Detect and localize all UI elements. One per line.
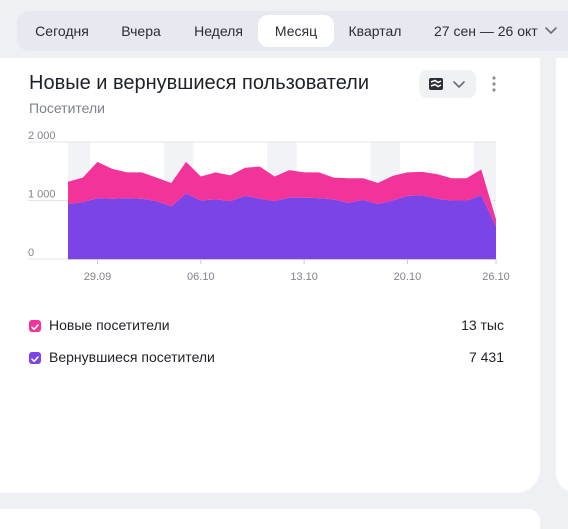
y-tick-label: 1 000 xyxy=(28,189,56,201)
visitors-area-chart: 0 1 000 2 000 29.09 06.10 13.10 20.10 26.10 xyxy=(28,130,510,283)
x-tick-label: 20.10 xyxy=(394,271,422,283)
stacked-area-icon xyxy=(428,77,444,96)
x-tick-label: 26.10 xyxy=(482,271,510,283)
next-card xyxy=(0,509,540,529)
legend-item-returning-visitors[interactable]: Вернувшиеся посетители 7 431 xyxy=(29,349,504,369)
card-title: Новые и вернувшиеся пользователи xyxy=(29,72,370,94)
period-tab-week[interactable]: Неделя xyxy=(181,15,256,47)
x-tick-label: 29.09 xyxy=(84,271,112,283)
legend-label: Новые посетители xyxy=(49,317,170,333)
x-tick-label: 13.10 xyxy=(290,271,318,283)
period-tab-yesterday[interactable]: Вчера xyxy=(107,15,175,47)
checkbox-checked-icon[interactable] xyxy=(29,352,41,364)
checkbox-checked-icon[interactable] xyxy=(29,320,41,332)
period-tab-today[interactable]: Сегодня xyxy=(23,15,101,47)
period-tab-month[interactable]: Месяц xyxy=(258,15,334,47)
period-selector: Сегодня Вчера Неделя Месяц Квартал 27 се… xyxy=(17,11,568,51)
y-tick-label: 2 000 xyxy=(28,130,56,142)
x-tick-label: 06.10 xyxy=(187,271,215,283)
more-vertical-icon[interactable] xyxy=(485,72,503,98)
date-range-picker[interactable]: 27 сен — 26 окт xyxy=(434,15,558,47)
period-tab-quarter[interactable]: Квартал xyxy=(338,15,412,47)
legend-value: 13 тыс xyxy=(461,317,504,333)
chevron-down-icon xyxy=(544,16,558,48)
chart-type-toggle[interactable] xyxy=(419,70,476,98)
adjacent-card xyxy=(556,58,568,493)
chevron-down-icon xyxy=(452,77,466,96)
legend-item-new-visitors[interactable]: Новые посетители 13 тыс xyxy=(29,317,504,337)
legend-label: Вернувшиеся посетители xyxy=(49,349,215,365)
y-tick-label: 0 xyxy=(28,247,34,259)
series-area-returning-visitors xyxy=(68,193,496,259)
date-range-label: 27 сен — 26 окт xyxy=(434,23,538,39)
legend-value: 7 431 xyxy=(468,349,504,365)
card-subtitle: Посетители xyxy=(29,100,105,116)
